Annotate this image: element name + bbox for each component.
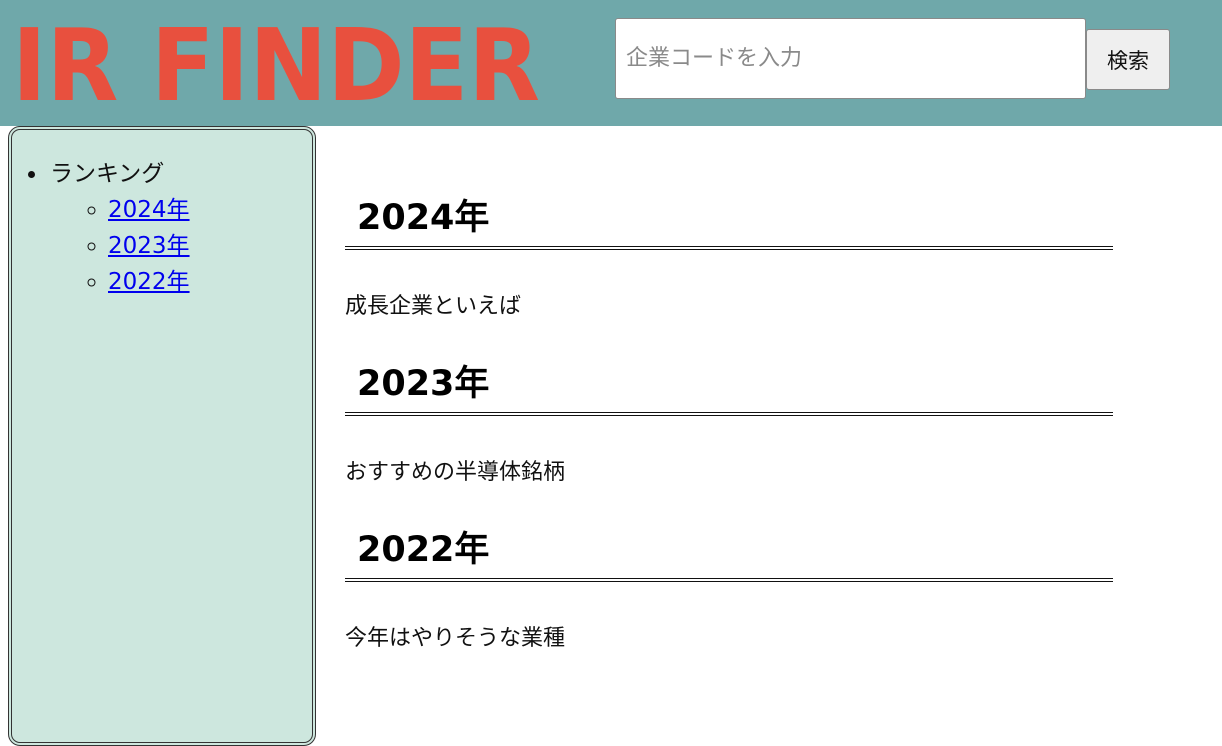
ranking-year-list: 2024年 2023年 2022年	[50, 192, 190, 300]
section-title: 2024年	[357, 198, 490, 238]
section-heading-2022: 2022年	[345, 502, 1113, 582]
sidebar-nav: ランキング 2024年 2023年 2022年	[8, 126, 316, 746]
section-text-2023: おすすめの半導体銘柄	[345, 460, 566, 485]
sidebar-link-2024[interactable]: 2024年	[108, 197, 190, 223]
section-heading-2024: 2024年	[345, 126, 1113, 250]
sidebar-item-2022: 2022年	[108, 264, 190, 300]
main-content: 2024年 成長企業といえば 2023年 おすすめの半導体銘柄 2022年 今年…	[345, 126, 1113, 668]
site-header: IR FINDER 検索	[0, 0, 1222, 126]
section-text-2022: 今年はやりそうな業種	[345, 626, 566, 651]
section-title: 2023年	[357, 364, 490, 404]
sidebar-link-2023[interactable]: 2023年	[108, 233, 190, 259]
sidebar-menu: ランキング 2024年 2023年 2022年	[48, 154, 190, 300]
sidebar-ranking-label: ランキング	[50, 161, 165, 187]
sidebar-item-2023: 2023年	[108, 228, 190, 264]
site-logo[interactable]: IR FINDER	[12, 8, 542, 108]
sidebar-link-2022[interactable]: 2022年	[108, 269, 190, 295]
section-title: 2022年	[357, 530, 490, 570]
company-code-search-input[interactable]	[615, 18, 1086, 99]
section-heading-2023: 2023年	[345, 336, 1113, 416]
sidebar-item-ranking: ランキング 2024年 2023年 2022年	[48, 154, 190, 300]
sidebar-item-2024: 2024年	[108, 192, 190, 228]
logo-text: IR FINDER	[12, 8, 540, 108]
section-text-2024: 成長企業といえば	[345, 294, 522, 319]
search-button[interactable]: 検索	[1086, 29, 1170, 90]
